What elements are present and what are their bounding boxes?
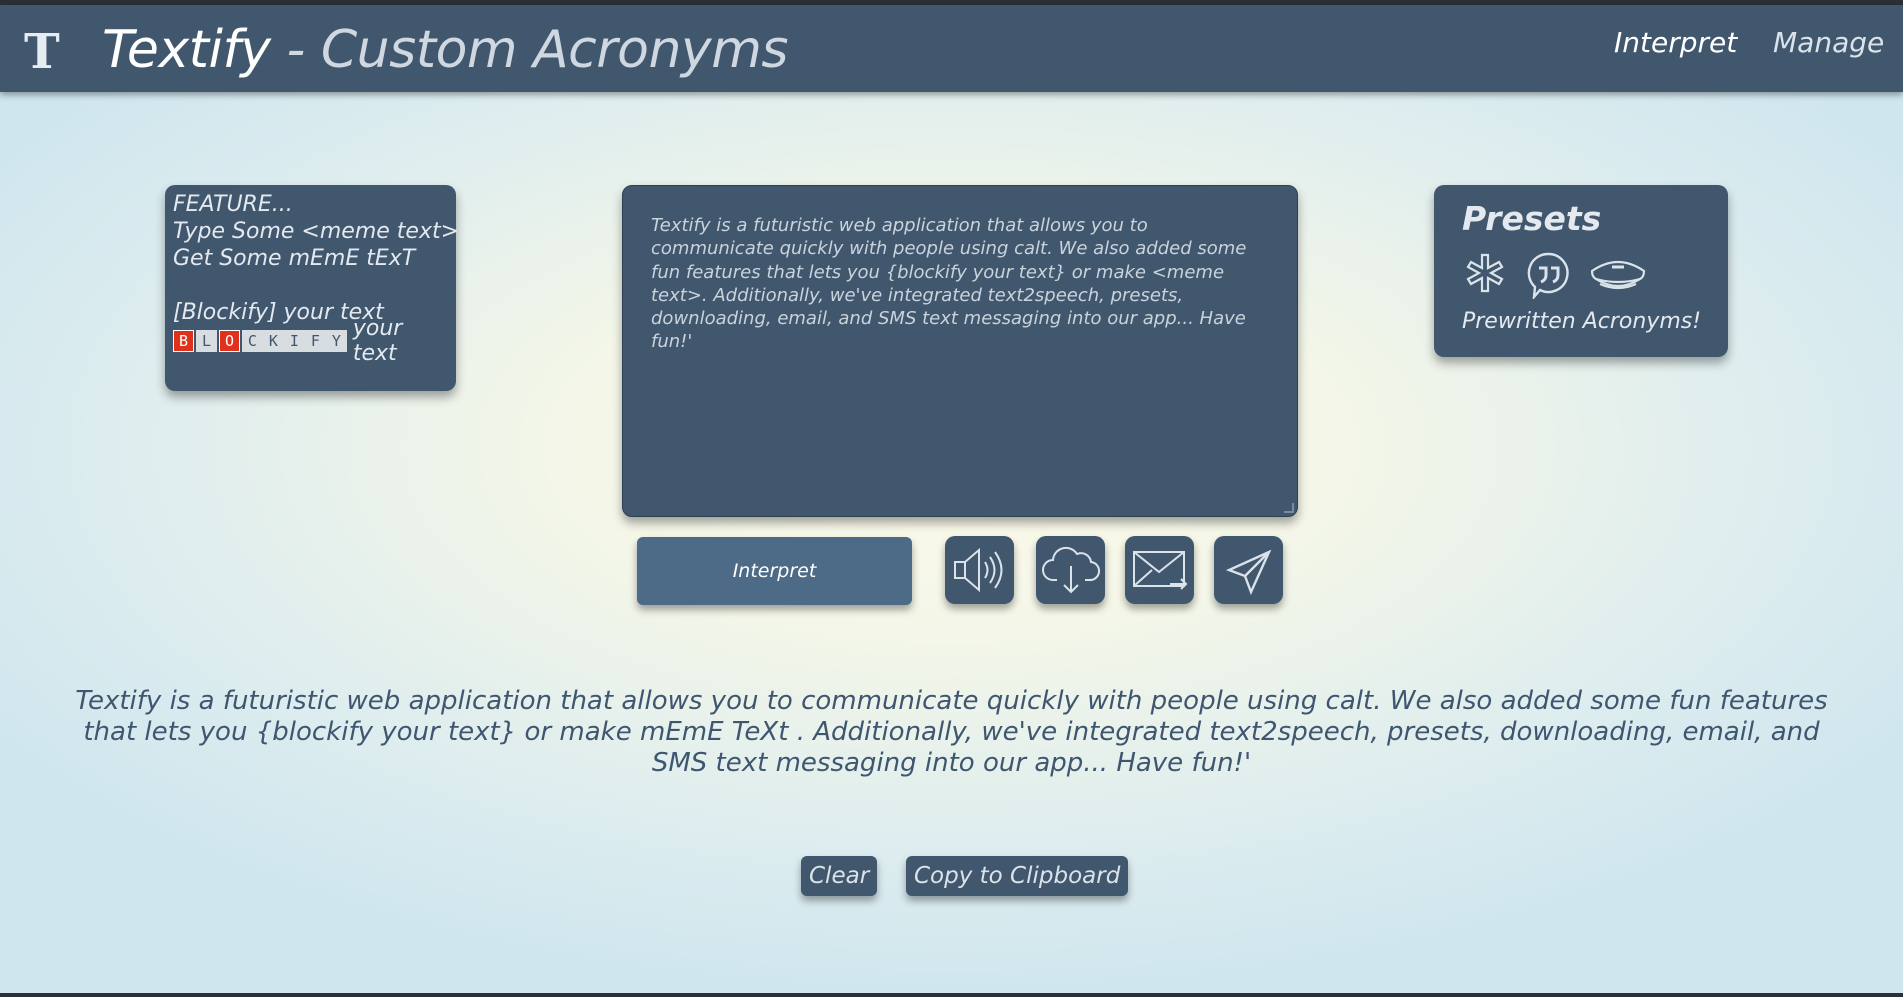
send-icon <box>1225 549 1271 596</box>
nav-interpret-link[interactable]: Interpret <box>1614 23 1737 63</box>
sms-send-button[interactable] <box>1214 536 1283 604</box>
asterisk-icon[interactable] <box>1462 252 1508 298</box>
title-separator: - <box>270 20 321 80</box>
acronym-text-input[interactable]: Textify is a futuristic web application … <box>622 185 1298 517</box>
window-bottom-border <box>0 993 1903 997</box>
copy-to-clipboard-button[interactable]: Copy to Clipboard <box>906 856 1129 896</box>
interpreted-output-text: Textify is a futuristic web application … <box>75 686 1828 778</box>
blockify-letter-l: L <box>195 329 217 352</box>
blockify-tail-text: your text <box>352 315 403 366</box>
title-sub: Custom Acronyms <box>320 20 789 80</box>
quote-bubble-icon[interactable] <box>1526 251 1570 299</box>
email-button[interactable] <box>1125 536 1194 604</box>
clear-button[interactable]: Clear <box>801 856 878 896</box>
textify-logo-icon[interactable]: T <box>24 28 72 76</box>
page-title: Textify - Custom Acronyms <box>102 15 788 85</box>
blockify-letter-b: B <box>173 329 194 352</box>
blockify-letter-k: K <box>262 329 284 352</box>
nav-manage-link[interactable]: Manage <box>1773 23 1884 63</box>
blockify-letter-f: F <box>304 329 326 352</box>
blockify-letter-o: O <box>218 329 240 352</box>
presets-subtitle: Prewritten Acronyms! <box>1462 309 1702 334</box>
input-text-value[interactable]: Textify is a futuristic web application … <box>651 214 1269 354</box>
title-main: Textify <box>102 20 271 80</box>
mail-icon <box>1132 551 1187 590</box>
interpret-button[interactable]: Interpret <box>637 537 912 605</box>
feature-heading: FEATURE... <box>173 192 293 217</box>
feature-card: FEATURE... Type Some <meme text> Get Som… <box>165 185 460 391</box>
navbar: T Textify - Custom Acronyms Interpret Ma… <box>0 5 1903 92</box>
download-button[interactable] <box>1036 536 1105 604</box>
presets-card[interactable]: Presets Prewritten Acronyms! <box>1434 185 1728 357</box>
blockify-demo: B L O C K I F Y your text <box>173 316 448 366</box>
feature-meme-output-example: Get Some mEmE tExT <box>173 246 416 271</box>
cloud-download-icon <box>1041 546 1100 594</box>
presets-icon-row <box>1462 249 1700 301</box>
feature-meme-input-example: Type Some <meme text> <box>173 219 460 244</box>
feature-spacer <box>173 272 448 299</box>
text-to-speech-button[interactable] <box>945 536 1014 604</box>
presets-title: Presets <box>1462 199 1602 238</box>
speaker-icon <box>953 547 1002 593</box>
blockify-letter-i: I <box>283 329 305 352</box>
pilot-cap-icon[interactable] <box>1588 253 1648 297</box>
blockify-letter-y: Y <box>325 329 347 352</box>
blockify-letter-c: C <box>241 329 263 352</box>
textarea-resize-handle[interactable] <box>1284 503 1294 513</box>
